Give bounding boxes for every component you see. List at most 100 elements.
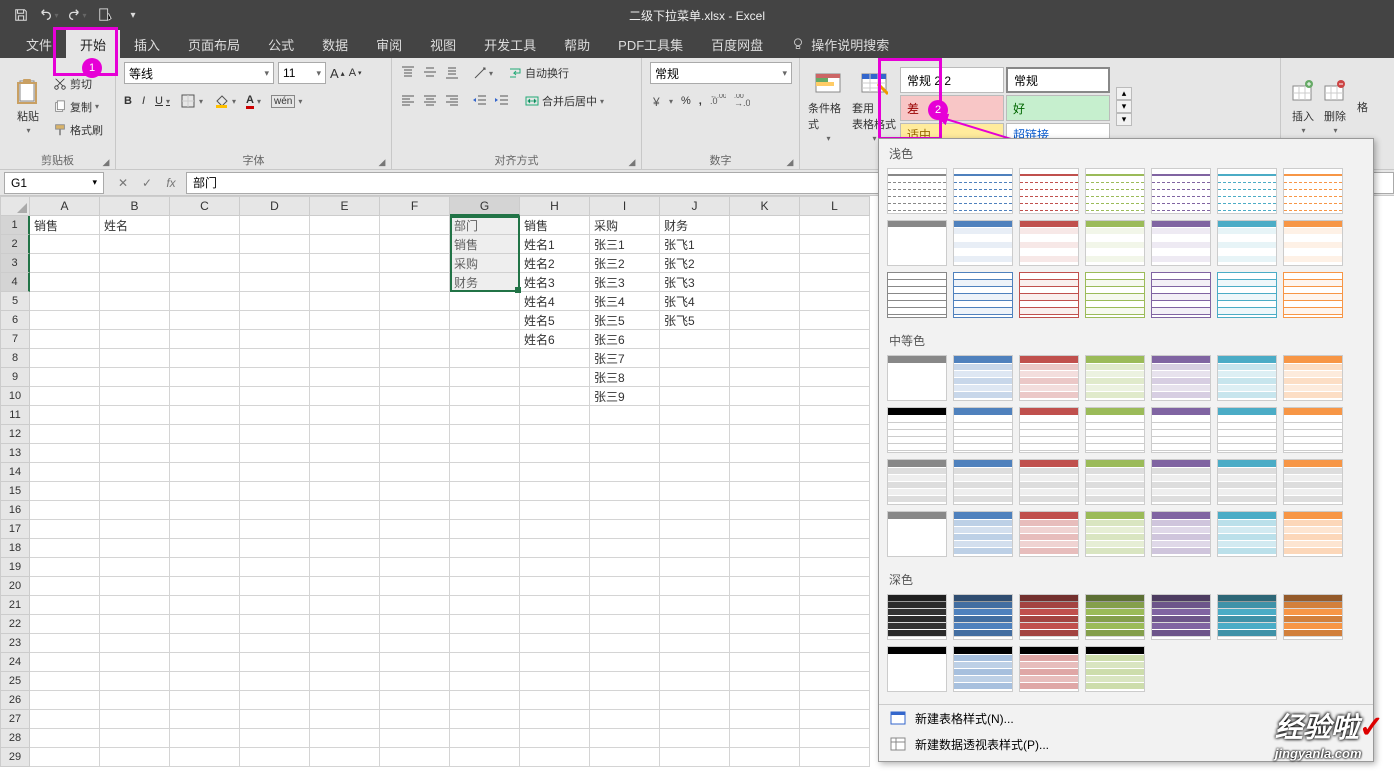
cell-I6[interactable]: 张三5 (590, 311, 660, 330)
table-style-thumb[interactable] (1217, 407, 1277, 453)
table-style-thumb[interactable] (953, 511, 1013, 557)
name-box[interactable]: G1▾ (4, 172, 104, 194)
table-style-thumb[interactable] (887, 355, 947, 401)
cell-B12[interactable] (100, 425, 170, 444)
cell-E6[interactable] (310, 311, 380, 330)
cell-H5[interactable]: 姓名4 (520, 292, 590, 311)
cell-I22[interactable] (590, 615, 660, 634)
cell-A23[interactable] (30, 634, 100, 653)
cell-D29[interactable] (240, 748, 310, 767)
cell-L18[interactable] (800, 539, 870, 558)
cell-A16[interactable] (30, 501, 100, 520)
row-header-4[interactable]: 4 (0, 273, 30, 292)
cell-D10[interactable] (240, 387, 310, 406)
cell-F27[interactable] (380, 710, 450, 729)
cell-K17[interactable] (730, 520, 800, 539)
cell-D9[interactable] (240, 368, 310, 387)
cell-L23[interactable] (800, 634, 870, 653)
cell-B8[interactable] (100, 349, 170, 368)
col-header-E[interactable]: E (310, 196, 380, 216)
table-style-thumb[interactable] (1085, 355, 1145, 401)
cell-L7[interactable] (800, 330, 870, 349)
row-header-27[interactable]: 27 (0, 710, 30, 729)
cell-I1[interactable]: 采购 (590, 216, 660, 235)
cell-B13[interactable] (100, 444, 170, 463)
cell-F29[interactable] (380, 748, 450, 767)
cell-J14[interactable] (660, 463, 730, 482)
cell-E29[interactable] (310, 748, 380, 767)
redo-button[interactable]: ▾ (64, 3, 90, 27)
cell-E28[interactable] (310, 729, 380, 748)
cell-E16[interactable] (310, 501, 380, 520)
cell-H24[interactable] (520, 653, 590, 672)
cell-J20[interactable] (660, 577, 730, 596)
cell-G28[interactable] (450, 729, 520, 748)
cell-H19[interactable] (520, 558, 590, 577)
cell-F24[interactable] (380, 653, 450, 672)
cell-B22[interactable] (100, 615, 170, 634)
decrease-font-button[interactable]: A▾ (349, 62, 362, 84)
row-header-23[interactable]: 23 (0, 634, 30, 653)
cell-I29[interactable] (590, 748, 660, 767)
cell-K24[interactable] (730, 653, 800, 672)
cell-I13[interactable] (590, 444, 660, 463)
table-style-thumb[interactable] (1151, 459, 1211, 505)
cell-A9[interactable] (30, 368, 100, 387)
cell-G22[interactable] (450, 615, 520, 634)
cell-C25[interactable] (170, 672, 240, 691)
cell-F26[interactable] (380, 691, 450, 710)
cell-F12[interactable] (380, 425, 450, 444)
row-header-7[interactable]: 7 (0, 330, 30, 349)
cell-A13[interactable] (30, 444, 100, 463)
cell-A21[interactable] (30, 596, 100, 615)
comma-button[interactable]: , (699, 90, 702, 112)
cell-H20[interactable] (520, 577, 590, 596)
cell-A27[interactable] (30, 710, 100, 729)
cell-E9[interactable] (310, 368, 380, 387)
cell-L25[interactable] (800, 672, 870, 691)
cell-G11[interactable] (450, 406, 520, 425)
cell-F20[interactable] (380, 577, 450, 596)
cell-J17[interactable] (660, 520, 730, 539)
cell-K7[interactable] (730, 330, 800, 349)
cell-D27[interactable] (240, 710, 310, 729)
cell-F5[interactable] (380, 292, 450, 311)
cell-E8[interactable] (310, 349, 380, 368)
cell-J8[interactable] (660, 349, 730, 368)
cell-D13[interactable] (240, 444, 310, 463)
cell-A11[interactable] (30, 406, 100, 425)
cell-F8[interactable] (380, 349, 450, 368)
cell-E5[interactable] (310, 292, 380, 311)
cell-I3[interactable]: 张三2 (590, 254, 660, 273)
tab-layout[interactable]: 页面布局 (174, 30, 254, 58)
cell-A24[interactable] (30, 653, 100, 672)
cell-K18[interactable] (730, 539, 800, 558)
cell-K11[interactable] (730, 406, 800, 425)
cell-D19[interactable] (240, 558, 310, 577)
cell-F6[interactable] (380, 311, 450, 330)
row-header-10[interactable]: 10 (0, 387, 30, 406)
cell-B23[interactable] (100, 634, 170, 653)
table-style-thumb[interactable] (887, 407, 947, 453)
align-left-icon[interactable] (400, 93, 416, 109)
table-style-thumb[interactable] (1283, 272, 1343, 318)
table-style-thumb[interactable] (887, 646, 947, 692)
cell-D17[interactable] (240, 520, 310, 539)
cell-K9[interactable] (730, 368, 800, 387)
cell-L9[interactable] (800, 368, 870, 387)
cell-C26[interactable] (170, 691, 240, 710)
cell-F11[interactable] (380, 406, 450, 425)
cell-C19[interactable] (170, 558, 240, 577)
cell-A29[interactable] (30, 748, 100, 767)
cell-A6[interactable] (30, 311, 100, 330)
cell-F22[interactable] (380, 615, 450, 634)
table-style-thumb[interactable] (1085, 272, 1145, 318)
table-style-thumb[interactable] (1151, 272, 1211, 318)
cell-H26[interactable] (520, 691, 590, 710)
cell-L10[interactable] (800, 387, 870, 406)
copy-button[interactable]: 复制▾ (52, 96, 103, 118)
cell-B20[interactable] (100, 577, 170, 596)
cell-G27[interactable] (450, 710, 520, 729)
cell-G29[interactable] (450, 748, 520, 767)
cell-K29[interactable] (730, 748, 800, 767)
